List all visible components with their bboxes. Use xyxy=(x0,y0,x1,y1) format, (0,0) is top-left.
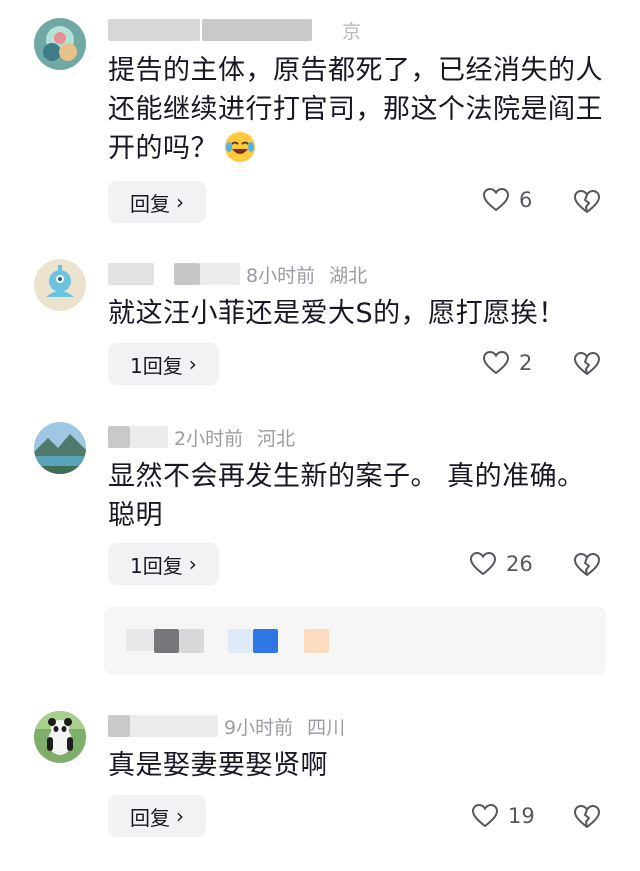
collapsed-reply-preview[interactable] xyxy=(104,607,606,675)
redacted-block xyxy=(126,629,154,651)
comment-text-content: 真是娶妻要娶贤啊 xyxy=(108,750,328,781)
comment-time: 2小时前 xyxy=(174,427,244,450)
reply-button[interactable]: 回复 › xyxy=(108,795,206,837)
dislike-button[interactable] xyxy=(574,352,600,380)
comment-location: 京 xyxy=(342,20,362,43)
heart-outline-icon xyxy=(483,351,509,375)
broken-heart-icon xyxy=(574,805,600,828)
chevron-right-icon: › xyxy=(176,190,184,214)
avatar[interactable] xyxy=(34,711,86,763)
redacted-block xyxy=(202,19,312,41)
redacted-block xyxy=(253,629,278,653)
reply-label: 回复 xyxy=(130,805,170,830)
comment-location: 湖北 xyxy=(329,264,368,287)
comment-text: 就这汪小菲还是爱大S的，愿打愿挨！ xyxy=(108,294,608,333)
chevron-right-icon: › xyxy=(188,352,197,376)
broken-heart-icon xyxy=(574,553,600,576)
dislike-button[interactable] xyxy=(574,805,600,833)
like-button[interactable]: 26 xyxy=(470,552,533,576)
chevron-right-icon: › xyxy=(188,552,197,576)
avatar[interactable] xyxy=(34,422,86,474)
dislike-button[interactable] xyxy=(574,190,600,218)
comment-meta: 8小时前 湖北 xyxy=(108,260,367,288)
reply-label: 回复 xyxy=(130,191,170,216)
comment-text: 显然不会再发生新的案子。 真的准确。聪明 xyxy=(108,457,608,535)
comment-meta: 京 xyxy=(108,16,361,44)
comment-location: 四川 xyxy=(307,716,346,739)
like-count: 26 xyxy=(506,552,533,576)
redacted-block xyxy=(130,426,168,448)
redacted-block xyxy=(154,629,179,653)
like-button[interactable]: 6 xyxy=(483,188,532,212)
reply-button[interactable]: 1回复 › xyxy=(108,543,219,585)
comment-text-content: 提告的主体，原告都死了，已经消失的人还能继续进行打官司，那这个法院是阎王开的吗？ xyxy=(108,55,603,164)
heart-outline-icon xyxy=(470,552,496,576)
comment-meta: 2小时前 河北 xyxy=(108,423,295,451)
chevron-right-icon: › xyxy=(176,804,184,828)
broken-heart-icon xyxy=(574,352,600,375)
avatar[interactable] xyxy=(34,18,86,70)
reply-label: 1回复 xyxy=(130,353,183,378)
dislike-button[interactable] xyxy=(574,553,600,581)
laughing-crying-emoji-icon xyxy=(224,131,256,174)
username-redacted xyxy=(108,426,130,448)
comment-time: 8小时前 xyxy=(246,264,316,287)
redacted-block xyxy=(200,263,240,285)
redacted-block xyxy=(130,715,218,737)
comment-text: 提告的主体，原告都死了，已经消失的人还能继续进行打官司，那这个法院是阎王开的吗？ xyxy=(108,51,608,174)
reply-button[interactable]: 回复 › xyxy=(108,181,206,223)
comment-text-content: 显然不会再发生新的案子。 真的准确。聪明 xyxy=(108,461,585,531)
username-redacted xyxy=(108,263,154,285)
broken-heart-icon xyxy=(574,190,600,213)
reply-button[interactable]: 1回复 › xyxy=(108,343,219,385)
reply-label: 1回复 xyxy=(130,553,183,578)
redacted-block xyxy=(228,629,253,653)
like-count: 6 xyxy=(519,188,533,212)
heart-outline-icon xyxy=(483,188,509,212)
avatar[interactable] xyxy=(34,259,86,311)
like-count: 19 xyxy=(508,804,535,828)
username-redacted xyxy=(108,19,200,41)
comment-text-content: 就这汪小菲还是爱大S的，愿打愿挨！ xyxy=(108,298,566,329)
redacted-block xyxy=(179,629,204,653)
like-button[interactable]: 19 xyxy=(472,804,535,828)
comment-meta: 9小时前 四川 xyxy=(108,712,345,740)
redacted-block xyxy=(304,629,329,653)
comment-text: 真是娶妻要娶贤啊 xyxy=(108,746,608,785)
like-count: 2 xyxy=(519,351,533,375)
redacted-block xyxy=(174,263,200,285)
username-redacted xyxy=(108,715,130,737)
comment-time: 9小时前 xyxy=(224,716,294,739)
like-button[interactable]: 2 xyxy=(483,351,532,375)
comment-location: 河北 xyxy=(257,427,296,450)
heart-outline-icon xyxy=(472,804,498,828)
